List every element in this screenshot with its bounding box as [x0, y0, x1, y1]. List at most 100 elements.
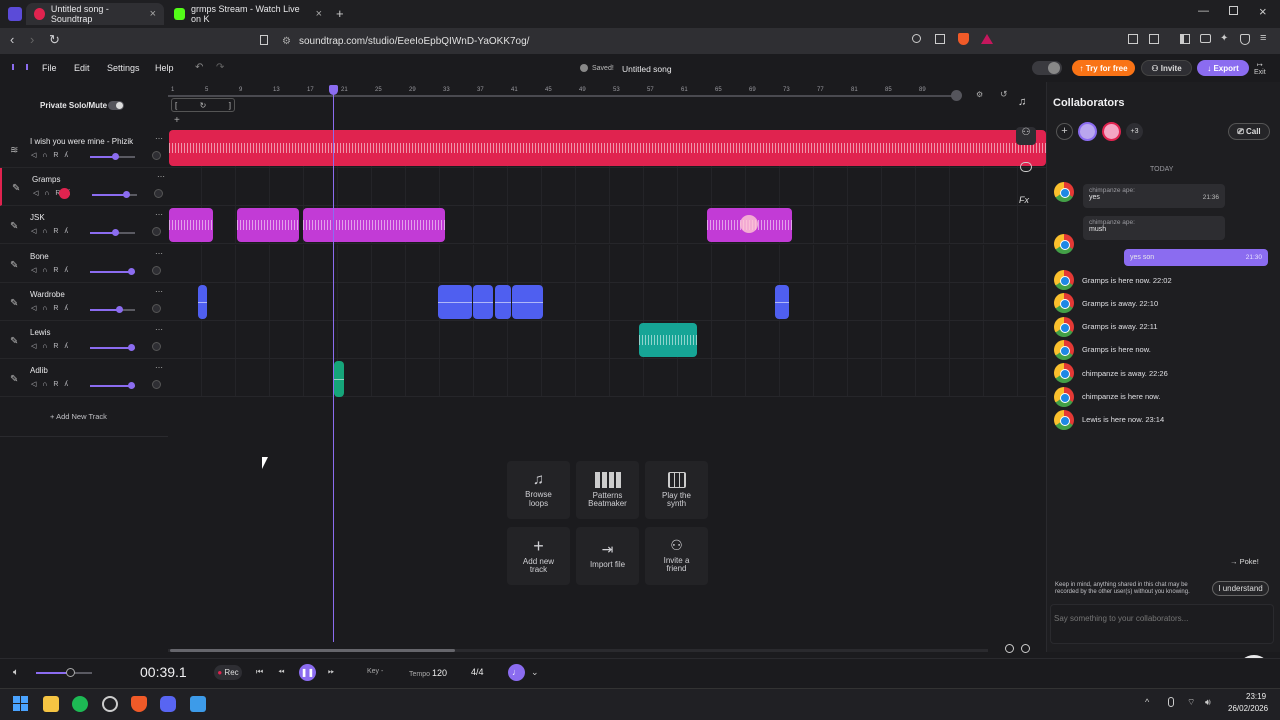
fx-icon[interactable]: Fx — [1019, 195, 1029, 205]
clock-date[interactable]: 26/02/2026 — [1228, 704, 1268, 713]
track-name[interactable]: Adlib — [30, 366, 48, 375]
track-volume-slider[interactable] — [92, 191, 137, 198]
add-new-track-button[interactable]: + Add New Track — [50, 412, 107, 421]
menu-edit[interactable]: Edit — [74, 63, 90, 73]
pan-knob-icon[interactable] — [152, 151, 161, 160]
track-name[interactable]: Gramps — [32, 175, 60, 184]
obs-icon[interactable] — [102, 696, 118, 712]
pan-knob-icon[interactable] — [152, 342, 161, 351]
tempo-control[interactable]: Tempo 120 — [409, 668, 447, 678]
record-arm-button[interactable]: R — [53, 343, 58, 350]
spotify-icon[interactable] — [72, 696, 88, 712]
track-volume-knob[interactable] — [128, 344, 136, 351]
clip-phizik[interactable] — [169, 130, 1046, 166]
track-lane[interactable] — [168, 168, 1046, 206]
headphones-icon[interactable]: ∩ — [42, 267, 47, 274]
chat-icon[interactable] — [1020, 162, 1032, 172]
headphones-icon[interactable]: ∩ — [42, 228, 47, 235]
browser-menu-icon[interactable]: ≡ — [1260, 32, 1266, 44]
zoom-in-icon[interactable] — [1005, 644, 1014, 653]
reload-icon[interactable]: ↻ — [49, 32, 60, 48]
mute-icon[interactable]: ◁ — [31, 342, 36, 350]
pan-knob-icon[interactable] — [154, 189, 163, 198]
mute-icon[interactable]: ◁ — [31, 380, 36, 388]
network-icon[interactable]: ⌔ — [1187, 697, 1195, 708]
avatar[interactable] — [1102, 122, 1121, 141]
pan-knob-icon[interactable] — [152, 266, 161, 275]
track-name[interactable]: Bone — [30, 252, 49, 261]
exit-button[interactable]: ↦ Exit — [1254, 61, 1266, 76]
master-volume-knob[interactable] — [65, 668, 75, 677]
metronome-button[interactable]: ♩ — [508, 664, 525, 681]
try-for-free-button[interactable]: ↑ Try for free — [1072, 60, 1135, 76]
track-volume-knob[interactable] — [128, 382, 136, 389]
record-button[interactable]: ● Rec — [214, 665, 242, 680]
track-lane[interactable] — [168, 321, 1046, 359]
invite-button[interactable]: ⚇ Invite — [1141, 60, 1192, 76]
track-name[interactable]: JSK — [30, 213, 45, 222]
invite-friend-button[interactable]: ⚇ Invite a friend — [645, 527, 708, 585]
clip-wardrobe-4[interactable] — [495, 285, 511, 319]
close-window-icon[interactable]: × — [1259, 4, 1267, 19]
browse-loops-button[interactable]: ♫ Browse loops — [507, 461, 570, 519]
master-volume-slider[interactable] — [36, 668, 92, 677]
import-file-button[interactable]: ⇥ Import file — [576, 527, 639, 585]
track-lane[interactable] — [168, 206, 1046, 244]
browser-menu-icon[interactable] — [8, 7, 22, 21]
track-header[interactable]: ≋ I wish you were mine - Phizik ⋯ ◁ ∩ Rʎ — [0, 130, 168, 168]
avatar[interactable] — [1078, 122, 1097, 141]
metronome-dropdown-icon[interactable]: ⌄ — [531, 667, 539, 678]
track-volume-knob[interactable] — [122, 191, 130, 198]
clip-wardrobe-6[interactable] — [775, 285, 789, 319]
private-solo-toggle[interactable] — [108, 101, 124, 110]
track-options-icon[interactable]: ⋯ — [157, 172, 165, 181]
clip-jsk-2[interactable] — [237, 208, 299, 242]
headphones-icon[interactable]: ∩ — [44, 190, 49, 197]
track-options-icon[interactable]: ⋯ — [155, 363, 163, 372]
track-volume-slider[interactable] — [90, 382, 136, 389]
redo-icon[interactable]: ↷ — [216, 62, 224, 73]
track-name[interactable]: Wardrobe — [30, 290, 65, 299]
track-volume-slider[interactable] — [90, 344, 136, 351]
undo-icon[interactable]: ↶ — [195, 62, 203, 73]
track-options-icon[interactable]: ⋯ — [155, 287, 163, 296]
brave-shield-icon[interactable] — [958, 33, 969, 45]
vpn-icon[interactable] — [1240, 34, 1250, 45]
loop-region[interactable]: [↻] — [171, 98, 235, 112]
theme-toggle[interactable] — [1032, 61, 1062, 75]
mute-icon[interactable]: ◁ — [31, 266, 36, 274]
headphones-icon[interactable]: ∩ — [42, 343, 47, 350]
clip-wardrobe-1[interactable] — [198, 285, 207, 319]
playhead-handle[interactable] — [329, 85, 338, 95]
mute-icon[interactable]: ◁ — [33, 189, 38, 197]
record-arm-button[interactable]: R — [53, 152, 58, 159]
address-field[interactable]: ⚙ soundtrap.com/studio/EeeIoEpbQIWnD-YaO… — [282, 33, 952, 49]
edit-track-icon[interactable]: ✎ — [10, 260, 18, 271]
track-header[interactable]: ✎ JSK ⋯ ◁ ∩ Rʎ — [0, 206, 168, 244]
minimize-icon[interactable]: — — [1198, 5, 1209, 17]
track-header[interactable]: ✎ Wardrobe ⋯ ◁ ∩ Rʎ — [0, 283, 168, 321]
playhead[interactable] — [333, 86, 334, 642]
track-volume-slider[interactable] — [90, 268, 135, 275]
track-lane[interactable] — [168, 359, 1046, 397]
browser-tab-kick[interactable]: grmps Stream - Watch Live on K × — [166, 3, 330, 25]
monitor-icon[interactable]: ʎ — [64, 343, 68, 350]
skip-to-start-icon[interactable]: ⏮︎ — [256, 667, 263, 677]
fast-forward-icon[interactable]: ⏩︎ — [328, 667, 334, 677]
clip-lewis[interactable] — [639, 323, 697, 357]
close-tab-icon[interactable]: × — [150, 8, 156, 20]
lock-icon[interactable] — [951, 90, 962, 101]
loop-start-icon[interactable]: [ — [175, 101, 177, 110]
pan-knob-icon[interactable] — [152, 304, 161, 313]
pan-knob-icon[interactable] — [152, 380, 161, 389]
monitor-icon[interactable]: ʎ — [64, 305, 68, 312]
share-icon[interactable] — [935, 34, 945, 44]
clip-wardrobe-2[interactable] — [438, 285, 472, 319]
track-volume-knob[interactable] — [111, 229, 119, 236]
track-name[interactable]: Lewis — [30, 328, 50, 337]
monitor-icon[interactable]: ʎ — [64, 152, 68, 159]
new-tab-icon[interactable]: + — [336, 6, 344, 21]
track-volume-slider[interactable] — [90, 306, 135, 313]
track-lane[interactable] — [168, 245, 1046, 283]
track-lane[interactable] — [168, 283, 1046, 321]
